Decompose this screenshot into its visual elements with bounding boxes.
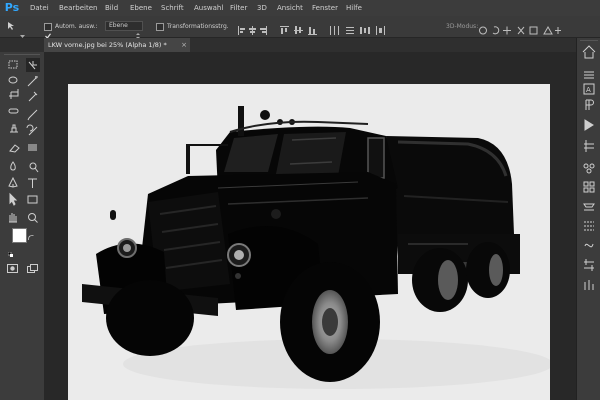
menu-ebene[interactable]: Ebene — [130, 0, 152, 16]
character-panel-icon[interactable] — [582, 84, 596, 96]
layers-panel-icon[interactable] — [582, 200, 596, 212]
dodge-tool-icon[interactable] — [26, 158, 38, 170]
3d-mode-label: 3D-Modus: — [446, 23, 479, 30]
chevron-down-icon[interactable] — [20, 24, 25, 38]
clone-stamp-tool-icon[interactable] — [7, 122, 19, 134]
menu-filter[interactable]: Filter — [230, 0, 247, 16]
document-tab[interactable]: LKW vorne.jpg bei 25% (Alpha 1/8) * × — [44, 38, 190, 52]
zoom-tool-icon[interactable] — [26, 212, 38, 224]
menu-ansicht[interactable]: Ansicht — [277, 0, 303, 16]
magic-wand-tool-icon[interactable] — [26, 74, 38, 86]
right-panel-dock: A — [576, 38, 600, 400]
arrange-panel-icon[interactable] — [582, 44, 596, 56]
truck-image — [82, 106, 550, 389]
quick-mask-icon[interactable] — [7, 258, 18, 273]
transform-controls-label: Transformationsstrg. — [167, 23, 229, 30]
tools-panel — [0, 52, 44, 400]
rectangular-marquee-tool-icon[interactable] — [7, 58, 19, 70]
paragraph-panel-icon[interactable] — [582, 100, 596, 112]
move-tool-icon[interactable] — [26, 58, 38, 70]
history-brush-tool-icon[interactable] — [26, 122, 38, 134]
styles-panel-icon[interactable] — [582, 278, 596, 290]
path-selection-tool-icon[interactable] — [7, 194, 19, 206]
crop-tool-icon[interactable] — [7, 90, 19, 102]
auto-select-checkbox[interactable] — [44, 23, 52, 39]
document-canvas[interactable] — [68, 84, 550, 400]
close-tab-icon[interactable]: × — [181, 38, 187, 52]
transform-controls-checkbox[interactable] — [156, 23, 164, 31]
channels-panel-icon[interactable] — [582, 220, 596, 232]
brush-presets-panel-icon[interactable] — [582, 162, 596, 174]
menu-fenster[interactable]: Fenster — [312, 0, 338, 16]
menu-datei[interactable]: Datei — [30, 0, 49, 16]
menu-schrift[interactable]: Schrift — [161, 0, 184, 16]
blur-tool-icon[interactable] — [7, 158, 19, 170]
auto-select-target-value: Ebene — [109, 22, 128, 29]
eraser-tool-icon[interactable] — [7, 140, 19, 152]
menu-auswahl[interactable]: Auswahl — [194, 0, 223, 16]
menu-bearbeiten[interactable]: Bearbeiten — [59, 0, 97, 16]
align-distribute-group — [236, 21, 386, 35]
history-panel-icon[interactable] — [582, 68, 596, 80]
screen-mode-icon[interactable] — [27, 258, 38, 273]
pen-tool-icon[interactable] — [7, 176, 19, 188]
actions-panel-icon[interactable] — [582, 120, 596, 132]
auto-select-label: Autom. ausw.: — [55, 23, 98, 30]
gradient-tool-icon[interactable] — [26, 140, 38, 152]
menu-bild[interactable]: Bild — [105, 0, 118, 16]
swap-colors-icon[interactable] — [28, 226, 34, 241]
3d-mode-tools-group[interactable] — [478, 21, 566, 35]
rectangle-tool-icon[interactable] — [26, 194, 38, 206]
hand-tool-icon[interactable] — [7, 212, 19, 224]
brush-tool-icon[interactable] — [26, 106, 38, 118]
type-tool-icon[interactable] — [26, 176, 38, 188]
toolbar-grip[interactable] — [4, 54, 40, 55]
swatches-panel-icon[interactable] — [582, 180, 596, 192]
menu-3d[interactable]: 3D — [257, 0, 267, 16]
lasso-tool-icon[interactable] — [7, 74, 19, 86]
photoshop-logo-icon[interactable]: Ps — [2, 0, 22, 16]
menu-bar: Ps Datei Bearbeiten Bild Ebene Schrift A… — [0, 0, 600, 16]
move-tool-preset-icon[interactable] — [6, 21, 16, 34]
default-colors-icon[interactable] — [7, 242, 13, 257]
auto-select-target-dropdown[interactable]: Ebene — [105, 21, 143, 39]
paths-panel-icon[interactable] — [582, 240, 596, 252]
spot-healing-brush-tool-icon[interactable] — [7, 106, 19, 118]
document-tab-title: LKW vorne.jpg bei 25% (Alpha 1/8) * — [48, 41, 167, 49]
properties-panel-icon[interactable] — [582, 140, 596, 152]
adjustments-panel-icon[interactable] — [582, 260, 596, 272]
menu-hilfe[interactable]: Hilfe — [346, 0, 362, 16]
options-bar: Autom. ausw.: Ebene Transformationsstrg.… — [0, 16, 600, 39]
dock-grip[interactable] — [580, 40, 598, 41]
foreground-color-swatch[interactable] — [12, 228, 27, 243]
eyedropper-tool-icon[interactable] — [26, 90, 38, 102]
